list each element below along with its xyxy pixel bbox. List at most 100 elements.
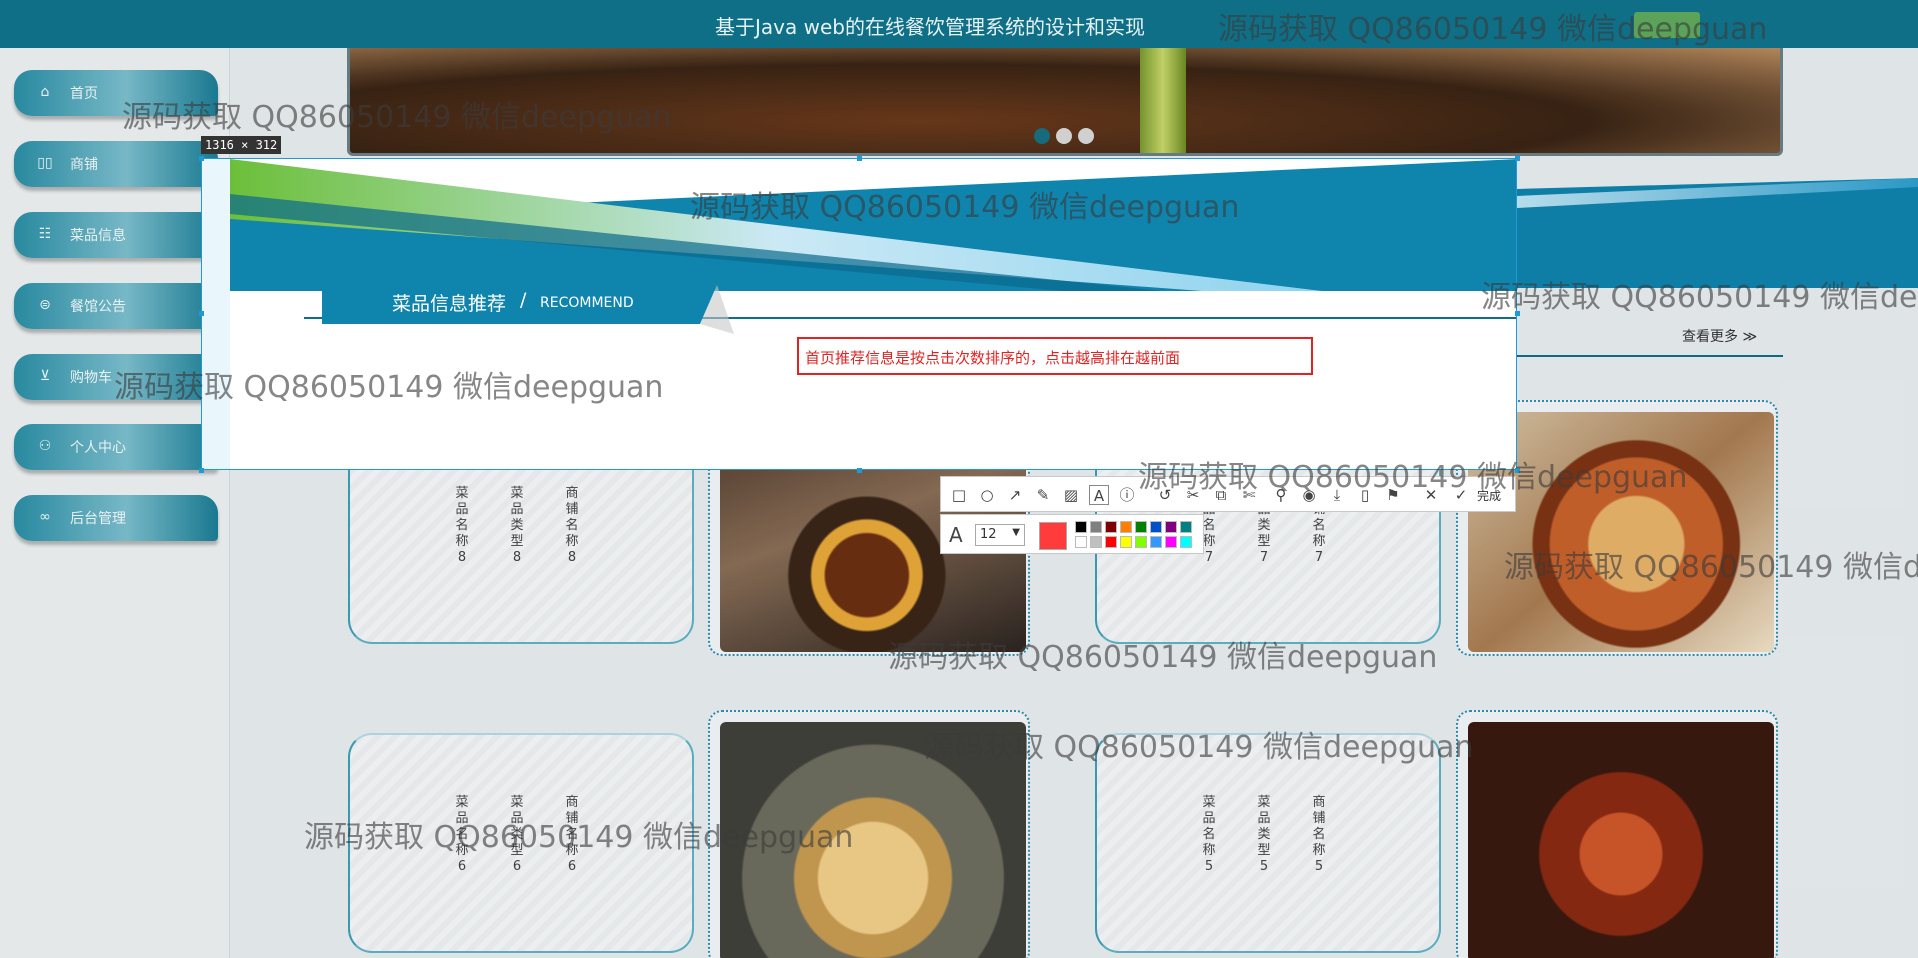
selection-handle[interactable] (1515, 468, 1520, 473)
palette-color-swatch[interactable] (1090, 521, 1102, 533)
palette-color-swatch[interactable] (1150, 536, 1162, 548)
dish-image-card[interactable] (1456, 710, 1778, 958)
capture-selection[interactable]: 菜品信息推荐 / RECOMMEND 首页推荐信息是按点击次数排序的，点击越高排… (201, 158, 1517, 470)
sidebar-item-label: 购物车 (70, 370, 112, 386)
sidebar-item-label: 后台管理 (70, 511, 126, 527)
sidebar-item-label: 首页 (70, 86, 98, 102)
user-icon: ⚇ (38, 438, 52, 454)
sidebar-item-label: 商铺 (70, 157, 98, 173)
sidebar-item-home[interactable]: ⌂ 首页 (14, 70, 218, 116)
current-color-swatch[interactable] (1039, 522, 1067, 550)
shop-name: 商铺名称5 (1312, 795, 1326, 874)
dish-card[interactable]: 菜品名称5 菜品类型5 商铺名称5 (1095, 733, 1441, 953)
palette-color-swatch[interactable] (1075, 536, 1087, 548)
dish-photo-seafood (1468, 722, 1774, 958)
see-more-link[interactable]: 查看更多 ≫ (1682, 326, 1757, 346)
palette-color-swatch[interactable] (1120, 536, 1132, 548)
chevron-down-icon: ▼ (1012, 527, 1020, 538)
palette-color-swatch[interactable] (1135, 536, 1147, 548)
ellipse-icon[interactable]: ○ (977, 485, 997, 505)
palette-color-swatch[interactable] (1180, 521, 1192, 533)
selection-handle[interactable] (1515, 311, 1520, 316)
banner-food-image (1140, 48, 1186, 153)
save-icon[interactable]: ▯ (1355, 485, 1375, 505)
selection-handle[interactable] (857, 468, 862, 473)
dish-icon: ☷ (38, 226, 52, 242)
close-icon[interactable]: ✕ (1421, 485, 1441, 505)
arrow-icon[interactable]: ↗ (1005, 485, 1025, 505)
banner-carousel (347, 48, 1783, 156)
palette-color-swatch[interactable] (1165, 536, 1177, 548)
page-title: 基于Java web的在线餐饮管理系统的设计和实现 (715, 15, 1145, 39)
palette-color-swatch[interactable] (1090, 536, 1102, 548)
palette-color-swatch[interactable] (1105, 521, 1117, 533)
rectangle-icon[interactable]: □ (949, 485, 969, 505)
scissors-icon[interactable]: ✄ (1239, 485, 1259, 505)
selection-handle[interactable] (1515, 156, 1520, 161)
carousel-dot[interactable] (1056, 128, 1072, 144)
pen-icon[interactable]: ✎ (1033, 485, 1053, 505)
done-button[interactable]: 完成 (1477, 487, 1501, 504)
text-options-bar: A 12 ▼ (940, 514, 1204, 554)
copy-icon[interactable]: ⧉ (1211, 485, 1231, 505)
selection-handle[interactable] (857, 156, 862, 161)
dish-type: 菜品类型5 (1257, 795, 1271, 874)
selection-size-label: 1316 × 312 (201, 136, 282, 154)
sidebar-item-label: 个人中心 (70, 440, 126, 456)
sidebar-item-announcements[interactable]: ⊜ 餐馆公告 (14, 283, 218, 329)
annotation-textbox[interactable]: 首页推荐信息是按点击次数排序的，点击越高排在越前面 (797, 337, 1313, 375)
sidebar-item-label: 餐馆公告 (70, 299, 126, 315)
font-size-select[interactable]: 12 ▼ (975, 524, 1025, 546)
palette-color-swatch[interactable] (1180, 536, 1192, 548)
download-icon[interactable]: ⤓ (1327, 485, 1347, 505)
palette-color-swatch[interactable] (1075, 521, 1087, 533)
section-title: 菜品信息推荐 (392, 293, 507, 315)
sidebar-item-profile[interactable]: ⚇ 个人中心 (14, 424, 218, 470)
pin-icon[interactable]: ⚲ (1271, 485, 1291, 505)
dish-card[interactable]: 菜品名称6 菜品类型6 商铺名称6 (348, 733, 694, 953)
selection-handle[interactable] (199, 156, 204, 161)
selection-handle[interactable] (199, 468, 204, 473)
selection-handle[interactable] (199, 311, 204, 316)
sidebar-item-cart[interactable]: ⊻ 购物车 (14, 354, 218, 400)
link-icon: ∞ (39, 509, 51, 525)
shop-name: 商铺名称6 (565, 795, 579, 874)
carousel-dot[interactable] (1078, 128, 1094, 144)
dish-name: 菜品名称8 (455, 486, 469, 565)
dish-type: 菜品类型8 (510, 486, 524, 565)
announcement-icon: ⊜ (39, 297, 51, 313)
undo-icon[interactable]: ↺ (1155, 485, 1175, 505)
palette-color-swatch[interactable] (1135, 521, 1147, 533)
top-header: 基于Java web的在线餐饮管理系统的设计和实现 (0, 0, 1918, 48)
dish-type: 菜品类型6 (510, 795, 524, 874)
header-user-button[interactable] (1634, 12, 1700, 38)
palette-color-swatch[interactable] (1165, 521, 1177, 533)
sidebar-item-shop[interactable]: ▯▯ 商铺 (14, 141, 218, 187)
capture-toolbar: □ ○ ↗ ✎ ▨ A ⓘ ↺ ✂ ⧉ ✄ ⚲ ◉ ⤓ ▯ ⚑ ✕ ✓ 完成 (940, 476, 1516, 512)
shop-name: 商铺名称8 (565, 486, 579, 565)
shop-icon: ▯▯ (37, 155, 53, 171)
dish-name: 菜品名称6 (455, 795, 469, 874)
dish-image-card[interactable] (708, 710, 1030, 958)
sidebar: ⌂ 首页 ▯▯ 商铺 ☷ 菜品信息 ⊜ 餐馆公告 ⊻ 购物车 ⚇ 个人中心 ∞ … (0, 48, 230, 958)
carousel-dot[interactable] (1034, 128, 1050, 144)
number-icon[interactable]: ⓘ (1117, 485, 1137, 505)
dish-name: 菜品名称5 (1202, 795, 1216, 874)
check-icon[interactable]: ✓ (1451, 485, 1471, 505)
palette-color-swatch[interactable] (1120, 521, 1132, 533)
home-icon: ⌂ (40, 84, 50, 100)
text-icon[interactable]: A (1089, 485, 1109, 505)
cart-icon: ⊻ (39, 368, 51, 384)
sidebar-item-admin[interactable]: ∞ 后台管理 (14, 495, 218, 541)
annotation-text: 首页推荐信息是按点击次数排序的，点击越高排在越前面 (805, 349, 1181, 367)
record-icon[interactable]: ◉ (1299, 485, 1319, 505)
bookmark-icon[interactable]: ⚑ (1383, 485, 1403, 505)
sidebar-item-dishes[interactable]: ☷ 菜品信息 (14, 212, 218, 258)
section-title-separator: / (520, 289, 527, 311)
palette-color-swatch[interactable] (1150, 521, 1162, 533)
mosaic-icon[interactable]: ▨ (1061, 485, 1081, 505)
cut-icon[interactable]: ✂ (1183, 485, 1203, 505)
palette-color-swatch[interactable] (1105, 536, 1117, 548)
font-size-icon: A (949, 523, 963, 547)
sidebar-item-label: 菜品信息 (70, 228, 126, 244)
